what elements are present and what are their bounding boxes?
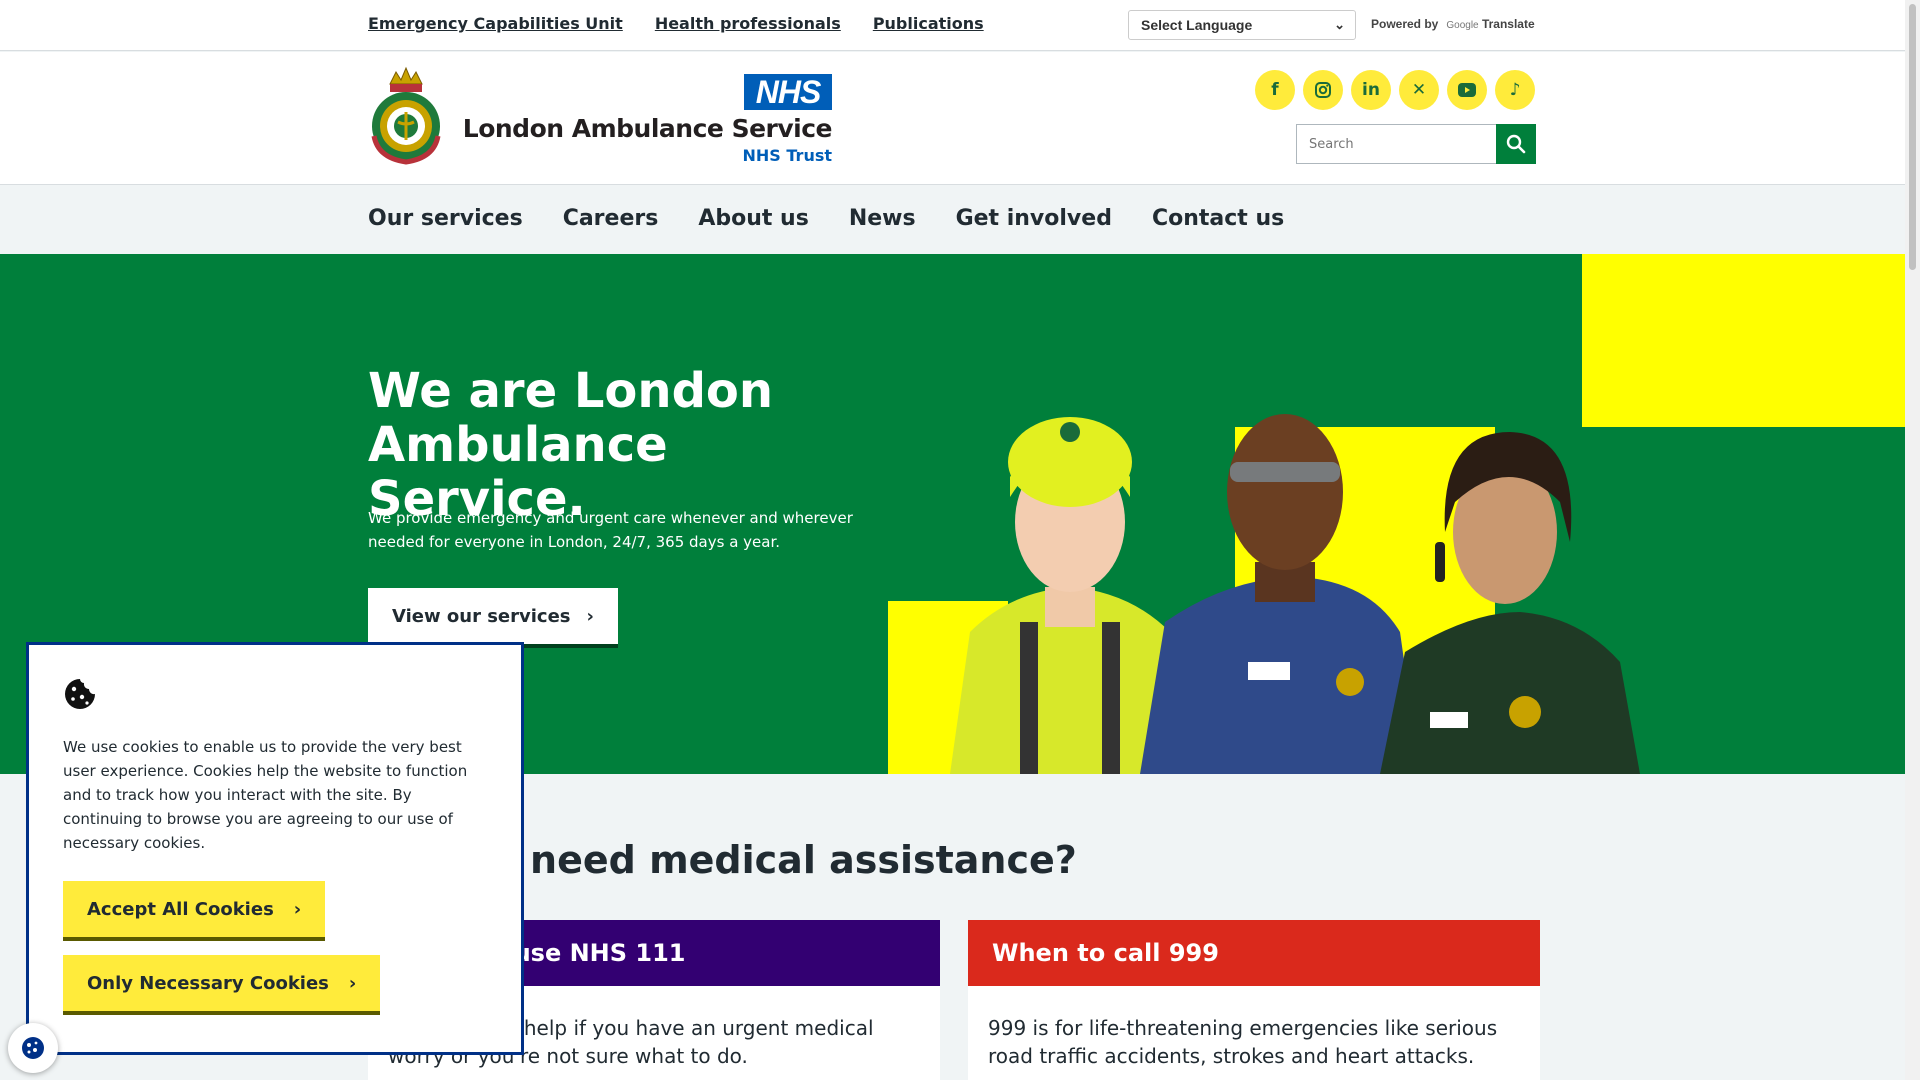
page-scrollbar[interactable]	[1905, 0, 1920, 1080]
linkedin-icon[interactable]: in	[1351, 70, 1391, 110]
call-999-card-title: When to call 999	[968, 920, 1540, 986]
accept-all-cookies-button[interactable]: Accept All Cookies ›	[63, 881, 326, 937]
crest-logo[interactable]	[368, 66, 444, 166]
search-input[interactable]	[1296, 124, 1496, 164]
cookie-settings-button[interactable]	[8, 1023, 58, 1073]
chevron-right-icon: ›	[348, 972, 357, 994]
site-header: NHS London Ambulance Service NHS Trust f…	[0, 52, 1905, 184]
cookie-banner: We use cookies to enable us to provide t…	[26, 642, 524, 1055]
nhs-logo: NHS	[744, 74, 832, 110]
hero-description: We provide emergency and urgent care whe…	[368, 509, 853, 551]
nav-about-us[interactable]: About us	[698, 206, 808, 231]
call-999-card-body: 999 is for life-threatening emergencies …	[988, 1016, 1498, 1068]
youtube-icon[interactable]	[1447, 70, 1487, 110]
link-health-professionals[interactable]: Health professionals	[655, 14, 841, 33]
instagram-icon[interactable]	[1303, 70, 1343, 110]
nav-our-services[interactable]: Our services	[368, 206, 523, 231]
link-emergency-capabilities-unit[interactable]: Emergency Capabilities Unit	[368, 14, 623, 33]
utility-bar: Emergency Capabilities Unit Health profe…	[0, 0, 1905, 51]
only-necessary-cookies-button[interactable]: Only Necessary Cookies ›	[63, 955, 381, 1011]
cookie-message: We use cookies to enable us to provide t…	[63, 738, 468, 852]
google-logo: Google	[1446, 20, 1479, 31]
chevron-right-icon: ›	[293, 898, 302, 920]
view-services-button[interactable]: View our services ›	[368, 588, 618, 644]
nav-get-involved[interactable]: Get involved	[956, 206, 1112, 231]
utility-links: Emergency Capabilities Unit Health profe…	[368, 14, 984, 33]
social-links: f in ✕ ♪	[1255, 70, 1535, 110]
accept-all-cookies-label: Accept All Cookies	[87, 898, 274, 920]
chevron-down-icon: ⌄	[1334, 17, 1345, 32]
nav-contact-us[interactable]: Contact us	[1152, 206, 1284, 231]
cookie-icon	[22, 1037, 44, 1059]
language-select-label: Select Language	[1141, 17, 1253, 33]
tiktok-icon[interactable]: ♪	[1495, 70, 1535, 110]
scrollbar-thumb[interactable]	[1909, 4, 1916, 270]
org-name: London Ambulance Service	[462, 114, 833, 143]
translate-link[interactable]: Translate	[1482, 17, 1535, 31]
main-nav: Our services Careers About us News Get i…	[0, 184, 1905, 254]
facebook-icon[interactable]: f	[1255, 70, 1295, 110]
chevron-right-icon: ›	[586, 605, 594, 627]
search-button[interactable]	[1496, 124, 1536, 164]
nav-careers[interactable]: Careers	[563, 206, 659, 231]
link-publications[interactable]: Publications	[873, 14, 984, 33]
nav-news[interactable]: News	[849, 206, 916, 231]
hero-title: We are London Ambulance Service.	[368, 363, 774, 527]
hero-staff-photo	[950, 414, 1640, 774]
search-icon	[1506, 134, 1526, 154]
view-services-label: View our services	[392, 605, 571, 627]
language-select[interactable]: Select Language ⌄	[1128, 10, 1356, 40]
cookie-icon	[65, 679, 95, 709]
x-icon[interactable]: ✕	[1399, 70, 1439, 110]
search-form	[1296, 124, 1536, 164]
las-logo[interactable]: NHS London Ambulance Service NHS Trust	[463, 74, 833, 165]
call-999-card[interactable]: When to call 999 999 is for life-threate…	[968, 920, 1540, 1080]
powered-by-translate: Powered by Google Translate	[1371, 17, 1535, 31]
powered-by-label: Powered by	[1371, 17, 1439, 31]
only-necessary-cookies-label: Only Necessary Cookies	[87, 972, 329, 994]
org-subtitle: NHS Trust	[742, 146, 832, 165]
